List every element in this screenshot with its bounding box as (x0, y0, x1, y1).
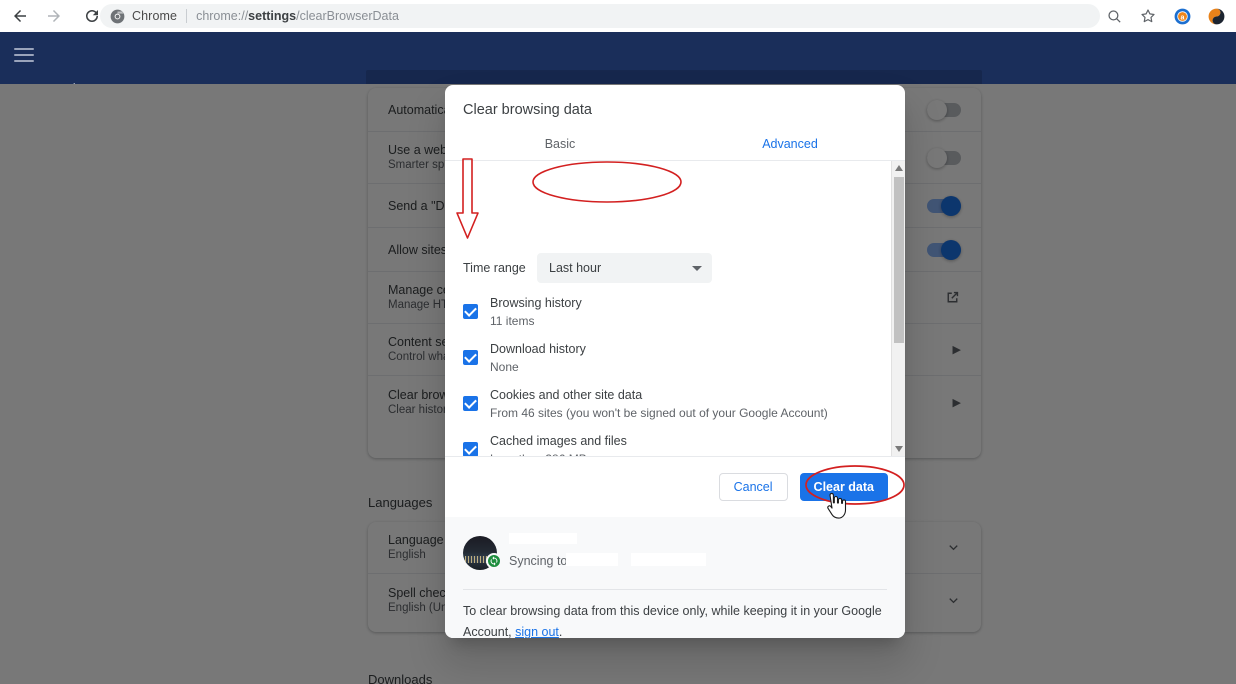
chevron-down-icon (692, 265, 702, 271)
settings-header: Settings Search settings (0, 32, 1236, 110)
data-type-list: Browsing history 11 items Download histo… (445, 294, 885, 456)
forward-arrow-icon[interactable] (40, 2, 68, 30)
scroll-up-arrow-icon[interactable] (892, 161, 905, 175)
item-title: Cookies and other site data (490, 388, 643, 402)
list-item[interactable]: Cookies and other site data From 46 site… (445, 386, 885, 422)
sync-footer: Syncing to To clear browsing data from t… (445, 517, 905, 638)
sign-out-link[interactable]: sign out (515, 625, 559, 638)
time-range-label: Time range (463, 261, 526, 275)
omnibox-app-label: Chrome (132, 9, 178, 23)
dialog-scroll-body: Time range Last hour Browsing history 11… (445, 161, 905, 456)
adblock-extension-icon[interactable]: a (1168, 2, 1196, 30)
back-arrow-icon[interactable] (6, 2, 34, 30)
pointing-hand-cursor (827, 492, 847, 519)
redaction-mark (631, 553, 706, 566)
list-item[interactable]: Browsing history 11 items (445, 294, 885, 330)
dialog-title: Clear browsing data (463, 102, 592, 118)
toolbar-icon-group: a (1100, 0, 1236, 32)
checkbox-cookies[interactable] (463, 396, 478, 411)
clear-browsing-data-dialog: Clear browsing data Basic Advanced Time … (445, 85, 905, 638)
item-title: Download history (490, 342, 586, 356)
scroll-down-arrow-icon[interactable] (892, 442, 905, 456)
checkbox-download-history[interactable] (463, 350, 478, 365)
item-title: Browsing history (490, 296, 582, 310)
list-item[interactable]: Download history None (445, 340, 885, 376)
sync-account-row[interactable]: Syncing to (463, 531, 706, 575)
dialog-scrollbar[interactable] (891, 161, 905, 456)
list-item[interactable]: Cached images and files Less than 386 MB (445, 432, 885, 456)
time-range-select[interactable]: Last hour (537, 253, 712, 283)
redaction-mark (566, 553, 618, 566)
redaction-mark (509, 533, 577, 544)
cancel-button[interactable]: Cancel (718, 473, 788, 501)
item-subtitle: None (490, 360, 519, 374)
time-range-value: Last hour (549, 261, 602, 275)
svg-text:a: a (1180, 13, 1184, 21)
item-subtitle: From 46 sites (you won't be signed out o… (490, 406, 828, 420)
omnibox-url: chrome://settings/clearBrowserData (196, 9, 399, 23)
time-range-row: Time range Last hour (463, 253, 712, 283)
divider (463, 589, 887, 590)
item-subtitle: 11 items (490, 314, 535, 328)
omnibox-divider (186, 9, 188, 23)
checkbox-browsing-history[interactable] (463, 304, 478, 319)
sync-note: To clear browsing data from this device … (463, 604, 882, 638)
search-icon[interactable] (1100, 2, 1128, 30)
browser-toolbar: Chrome chrome://settings/clearBrowserDat… (0, 0, 1236, 32)
checkbox-cached-images[interactable] (463, 442, 478, 456)
item-title: Cached images and files (490, 434, 627, 448)
scrollbar-thumb[interactable] (894, 177, 904, 343)
extension-icon[interactable] (1202, 2, 1230, 30)
chrome-logo-icon (110, 9, 125, 23)
bookmark-star-icon[interactable] (1134, 2, 1162, 30)
hamburger-menu-icon[interactable] (14, 48, 34, 68)
address-bar[interactable]: Chrome chrome://settings/clearBrowserDat… (100, 4, 1100, 28)
sync-badge-icon (486, 553, 502, 569)
